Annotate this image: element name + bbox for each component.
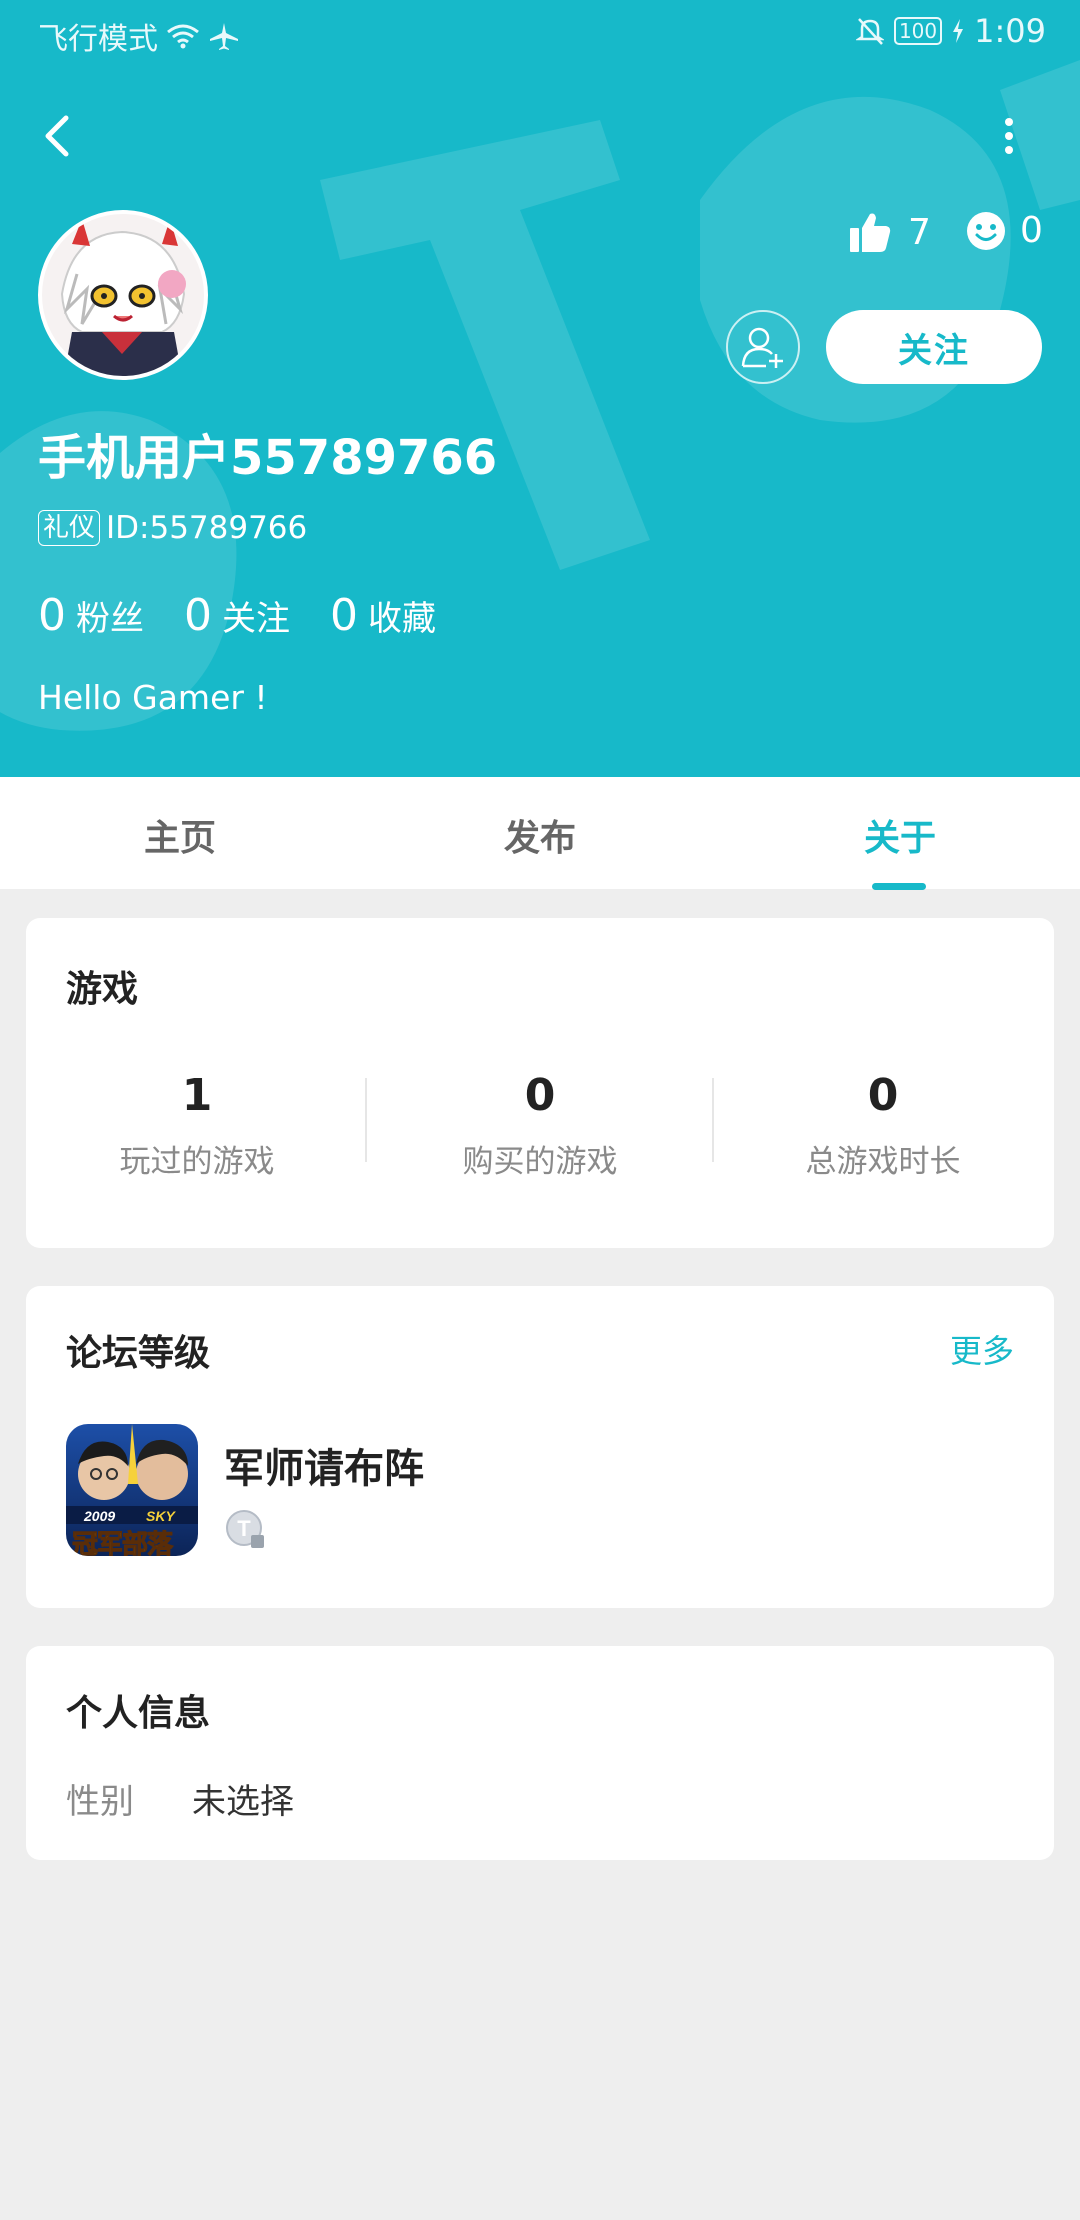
- airplane-icon: [210, 23, 238, 50]
- played-games-value: 1: [181, 1070, 213, 1121]
- level-badge-icon: T: [226, 1510, 264, 1548]
- chevron-left-icon: [45, 115, 69, 157]
- forum-level-card: 论坛等级 更多 2009 SKY 冠军部落 军师请布阵 T: [26, 1286, 1054, 1608]
- username: 手机用户55789766: [38, 430, 498, 486]
- played-games-stat[interactable]: 1 玩过的游戏: [26, 1068, 368, 1181]
- add-user-icon: [741, 327, 783, 368]
- following-label: 关注: [222, 599, 290, 639]
- tab-posts[interactable]: 发布: [504, 809, 576, 861]
- game-icon-year: 2009: [84, 1508, 116, 1524]
- forum-level-title: 论坛等级: [66, 1333, 211, 1374]
- back-button[interactable]: [38, 108, 78, 164]
- user-id-row: 礼仪 ID:55789766: [38, 510, 307, 546]
- profile-header: 飞行模式 100 1:09 7 0 关注 手机用户55789766 礼仪 ID:…: [0, 0, 1080, 777]
- charging-icon: [953, 19, 964, 43]
- purchased-games-value: 0: [524, 1070, 556, 1121]
- fans-label: 粉丝: [76, 599, 144, 639]
- vertical-dots-icon: [1005, 118, 1013, 154]
- status-bar: 飞行模式 100 1:09: [0, 0, 1080, 64]
- gender-value: 未选择: [192, 1782, 294, 1822]
- mute-bell-icon: [855, 18, 884, 45]
- etiquette-badge[interactable]: 礼仪: [38, 510, 101, 546]
- more-link[interactable]: 更多: [950, 1326, 1014, 1372]
- following-number: 0: [184, 590, 212, 641]
- played-games-label: 玩过的游戏: [119, 1144, 275, 1180]
- game-app-icon[interactable]: 2009 SKY 冠军部落: [66, 1424, 198, 1556]
- smiles-stat: 0: [966, 210, 1043, 251]
- personal-info-card: 个人信息 性别 未选择: [26, 1646, 1054, 1860]
- avatar-image: [42, 214, 204, 376]
- user-id: ID:55789766: [106, 510, 308, 546]
- following-count[interactable]: 0 关注: [184, 590, 290, 641]
- profile-tabs: 主页 发布 关于: [0, 777, 1080, 889]
- games-card: 游戏 1 玩过的游戏 0 购买的游戏 0 总游戏时长: [26, 918, 1054, 1248]
- battery-icon: 100: [893, 17, 943, 45]
- likes-count: 7: [908, 211, 931, 253]
- forum-level-badge: T: [224, 1508, 266, 1550]
- games-title: 游戏: [66, 969, 139, 1010]
- playtime-label: 总游戏时长: [805, 1144, 961, 1180]
- user-bio: Hello Gamer !: [38, 678, 268, 717]
- purchased-games-label: 购买的游戏: [462, 1144, 618, 1180]
- tab-about[interactable]: 关于: [864, 809, 936, 861]
- thumbs-up-icon: [850, 213, 891, 252]
- more-options-button[interactable]: [992, 108, 1026, 164]
- tab-home[interactable]: 主页: [144, 809, 216, 861]
- airplane-mode-text: 飞行模式: [38, 22, 158, 57]
- fans-count[interactable]: 0 粉丝: [38, 590, 144, 641]
- playtime-value: 0: [867, 1070, 899, 1121]
- game-icon-title: 冠军部落: [71, 1530, 173, 1557]
- personal-info-title: 个人信息: [66, 1693, 211, 1734]
- taptap-watermark: [0, 60, 1080, 731]
- divider: [365, 1078, 367, 1162]
- game-icon-sky: SKY: [146, 1508, 175, 1524]
- svg-text:T: T: [237, 1516, 251, 1541]
- smiley-icon: [967, 211, 1005, 250]
- favorites-number: 0: [330, 590, 358, 641]
- follow-button[interactable]: 关注: [826, 310, 1042, 384]
- playtime-stat[interactable]: 0 总游戏时长: [712, 1068, 1054, 1181]
- wifi-icon: [167, 24, 199, 49]
- follow-counts: 0 粉丝 0 关注 0 收藏: [38, 590, 476, 641]
- active-tab-indicator: [872, 883, 926, 890]
- favorites-label: 收藏: [368, 599, 436, 639]
- likes-stat: 7: [848, 210, 931, 254]
- gender-label: 性别: [66, 1782, 134, 1822]
- add-friend-button[interactable]: [726, 310, 800, 384]
- favorites-count[interactable]: 0 收藏: [330, 590, 436, 641]
- purchased-games-stat[interactable]: 0 购买的游戏: [369, 1068, 711, 1181]
- game-name[interactable]: 军师请布阵: [224, 1436, 424, 1494]
- smiles-count: 0: [1020, 210, 1043, 251]
- clock: 1:09: [974, 12, 1046, 50]
- avatar[interactable]: [38, 210, 208, 380]
- fans-number: 0: [38, 590, 66, 641]
